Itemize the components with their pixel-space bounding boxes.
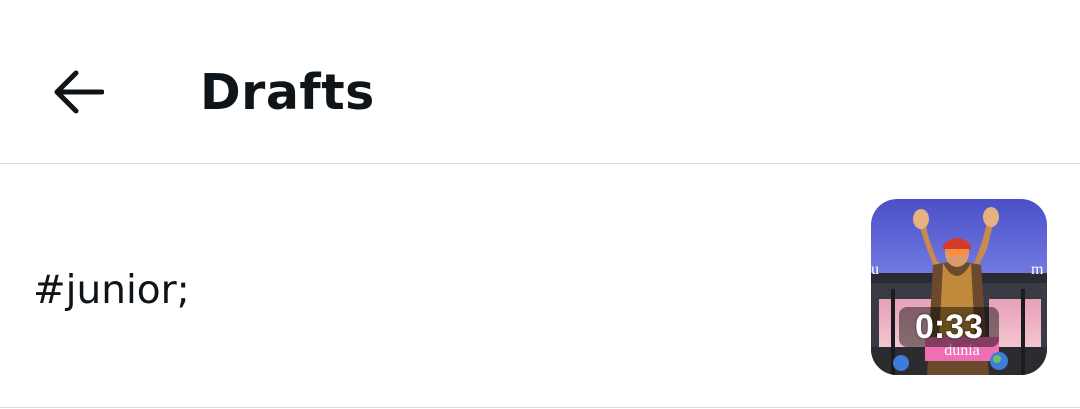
draft-text: #junior;: [33, 268, 190, 313]
svg-text:u: u: [871, 261, 879, 278]
arrow-left-icon: [54, 70, 104, 114]
app-header: Drafts: [0, 0, 1080, 164]
svg-text:m: m: [1031, 261, 1044, 278]
back-button[interactable]: [40, 56, 116, 128]
page-title: Drafts: [200, 64, 375, 121]
thumbnail-image: u m dunia: [871, 199, 1047, 375]
draft-video-thumbnail[interactable]: u m dunia 0:33: [871, 199, 1047, 375]
draft-list-item[interactable]: #junior; u m dunia 0:33: [0, 166, 1080, 408]
video-duration-badge: 0:33: [899, 307, 999, 347]
